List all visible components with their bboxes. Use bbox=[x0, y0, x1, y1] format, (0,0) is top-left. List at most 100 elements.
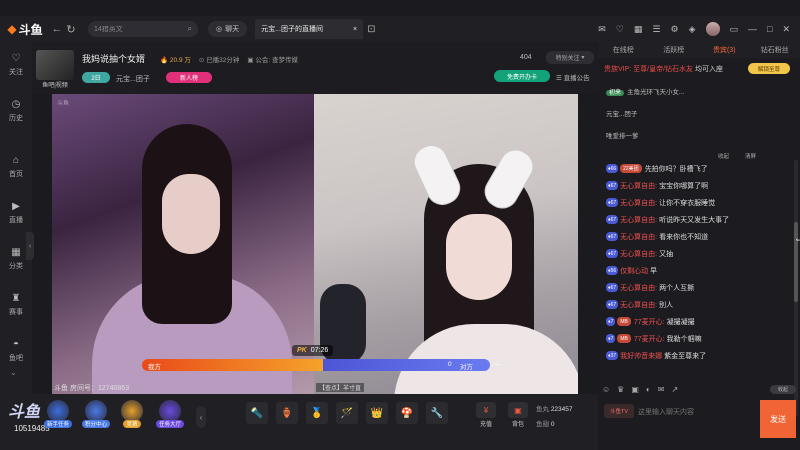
host-name[interactable]: 元宝...团子 bbox=[116, 74, 150, 84]
emoji-icon[interactable]: ☺ bbox=[602, 385, 610, 394]
username[interactable]: 无心算自由: bbox=[620, 215, 657, 225]
fan-badge-icon[interactable]: ♛ bbox=[617, 385, 624, 394]
chat-message[interactable]: ♦ 67 无心算自由: 又抽 bbox=[598, 245, 794, 262]
back-arrow-icon[interactable]: ← bbox=[50, 23, 64, 35]
username[interactable]: 无心算自由: bbox=[620, 198, 657, 208]
tool-button-1[interactable]: 积分中心 bbox=[78, 400, 114, 428]
follow-button[interactable]: 特别关注 ▾ bbox=[546, 51, 594, 64]
scroll-left-arrow-icon[interactable]: ‹ bbox=[196, 406, 206, 428]
unlock-noble-button[interactable]: 解锁至尊 bbox=[748, 63, 790, 74]
action-button-1[interactable]: ▣ 背包 bbox=[506, 402, 530, 428]
close-window-icon[interactable]: ✕ bbox=[782, 24, 790, 35]
gift-item-6[interactable]: 🔧 bbox=[426, 402, 448, 424]
user-avatar[interactable] bbox=[705, 22, 720, 36]
pk-host-tag[interactable]: 【查点】羊寸直 bbox=[316, 383, 365, 392]
username[interactable]: 无心算自由: bbox=[620, 232, 657, 242]
tool-button-2[interactable]: 竞猜 bbox=[114, 400, 150, 428]
avatar-label[interactable]: 鱼吧|视频 bbox=[36, 80, 74, 89]
tab-2[interactable]: 贵宾(3) bbox=[699, 42, 750, 58]
new-rank-badge[interactable]: 新人榜 bbox=[166, 72, 212, 83]
barrage-icon[interactable]: ▣ bbox=[631, 385, 639, 394]
chat-message[interactable]: ♦ 7 MB 77麦开心: 凝撮凝撮 bbox=[598, 313, 794, 330]
chat-input[interactable] bbox=[638, 402, 752, 422]
entrance-item[interactable]: 唯爱排一爹 bbox=[606, 130, 639, 140]
username[interactable]: 无心算自由: bbox=[620, 181, 657, 191]
pk-more-icon[interactable]: — bbox=[494, 361, 501, 368]
color-icon[interactable]: ◐ bbox=[646, 385, 651, 394]
chat-message[interactable]: ♦ 37 我好帅音来娜 紫金至尊来了 bbox=[598, 347, 794, 364]
new-tab-icon[interactable]: ⊡ bbox=[367, 24, 375, 35]
sidebar-item-1[interactable]: ◷ 历史 bbox=[0, 88, 32, 134]
send-button[interactable]: 发送 bbox=[760, 400, 796, 438]
chat-message[interactable]: ♦ 67 无心算自由: 听说昨天又发生大事了 bbox=[598, 211, 794, 228]
share-icon[interactable]: ↗ bbox=[671, 385, 678, 394]
sidebar-item-0[interactable]: ♡ 关注 bbox=[0, 42, 32, 88]
entrance-item[interactable]: 元宝...团子 bbox=[606, 108, 637, 118]
minimize-icon[interactable]: — bbox=[748, 24, 757, 34]
broadcast-icon[interactable]: ☰ bbox=[652, 24, 660, 35]
action-button-0[interactable]: ¥ 充值 bbox=[474, 402, 498, 428]
username[interactable]: 无心算自由: bbox=[620, 300, 657, 310]
sidebar-item-3[interactable]: ▶ 直播 bbox=[0, 190, 32, 236]
search-box[interactable]: ⌕ bbox=[88, 21, 198, 37]
video-player[interactable]: 斗鱼 PK 07:26 我方 0 对方 — 【查点】羊寸直 bbox=[52, 94, 578, 394]
sidebar-item-5[interactable]: ♜ 赛事 bbox=[0, 282, 32, 328]
chat-badge[interactable]: 斗鱼TV bbox=[604, 404, 634, 418]
tab-3[interactable]: 钻石粉丝 bbox=[750, 42, 800, 58]
username[interactable]: 我好帅音来娜 bbox=[620, 351, 662, 361]
username[interactable]: 77麦开心: bbox=[634, 317, 665, 327]
username[interactable]: 77麦开心: bbox=[634, 334, 665, 344]
gift-item-3[interactable]: 🪄 bbox=[336, 402, 358, 424]
skin-icon[interactable]: ◈ bbox=[689, 24, 696, 35]
calendar-icon[interactable]: ▦ bbox=[634, 24, 643, 35]
search-icon[interactable]: ⌕ bbox=[188, 24, 192, 34]
announcement-link[interactable]: ☰ 直播公告 bbox=[556, 72, 590, 82]
sidebar-collapse-handle[interactable]: ‹ bbox=[26, 232, 34, 260]
guild-tag[interactable]: ▣ 公会: 查梦传媒 bbox=[247, 54, 298, 64]
message-icon[interactable]: ✉ bbox=[598, 24, 606, 35]
chat-message[interactable]: ♦ 7 MB 77麦开心: 我勒个帼嘛 bbox=[598, 330, 794, 347]
send-red-packet-icon[interactable]: ✉ bbox=[658, 385, 665, 394]
gift-item-0[interactable]: 🔦 bbox=[246, 402, 268, 424]
refresh-icon[interactable]: ↻ bbox=[64, 23, 78, 36]
tab-0[interactable]: 在线榜 bbox=[598, 42, 649, 58]
gift-item-2[interactable]: 🥇 bbox=[306, 402, 328, 424]
entrance-item[interactable]: 初来 主角光环飞天小女... bbox=[606, 86, 684, 96]
clear-chat-button[interactable]: 清屏 bbox=[745, 152, 756, 160]
chat-message[interactable]: ♦ 67 无心算自由: 让你不穿衣服睡觉 bbox=[598, 194, 794, 211]
mini-mode-icon[interactable]: ▭ bbox=[730, 24, 739, 35]
favorite-icon[interactable]: ♡ bbox=[616, 24, 624, 35]
settings-icon[interactable]: ⚙ bbox=[671, 24, 679, 35]
gift-item-5[interactable]: 🍄 bbox=[396, 402, 418, 424]
chat-message[interactable]: ♦ 67 无心算自由: 两个人互撕 bbox=[598, 279, 794, 296]
chat-message[interactable]: ♦ 56 仅剩心动早 bbox=[598, 262, 794, 279]
tool-icon bbox=[47, 400, 69, 422]
free-card-button[interactable]: 免费开办卡 bbox=[494, 70, 550, 82]
username[interactable]: 无心算自由: bbox=[620, 249, 657, 259]
username[interactable]: 仅剩心动 bbox=[620, 266, 648, 276]
message-text: 听说昨天又发生大事了 bbox=[659, 216, 730, 224]
app-logo[interactable]: ◆ 斗鱼 bbox=[0, 16, 50, 42]
gift-item-4[interactable]: 👑 bbox=[366, 402, 388, 424]
chat-button[interactable]: ◎ 聊天 bbox=[208, 21, 248, 37]
host-avatar[interactable] bbox=[36, 50, 74, 80]
chat-message[interactable]: ♦ 67 无心算自由: 宝宝你哪算了啊 bbox=[598, 177, 794, 194]
search-input[interactable] bbox=[94, 25, 174, 33]
gift-item-1[interactable]: 🏺 bbox=[276, 402, 298, 424]
collapse-button[interactable]: 收起 bbox=[770, 384, 796, 394]
chat-message[interactable]: ♦ 66 22美团 先拍你吗？卧槽飞了 bbox=[598, 160, 794, 177]
tool-button-0[interactable]: 新手任务 bbox=[40, 400, 76, 428]
tool-button-3[interactable]: 任务大厅 bbox=[152, 400, 188, 428]
chat-message[interactable]: ♦ 67 无心算自由: 看来你也不知道 bbox=[598, 228, 794, 245]
collapse-chat-button[interactable]: 收起 bbox=[718, 152, 729, 160]
close-icon[interactable]: × bbox=[353, 26, 357, 33]
chat-message[interactable]: ♦ 67 无心算自由: 别人 bbox=[598, 296, 794, 313]
sidebar-more-icon[interactable]: ⌄ bbox=[10, 368, 17, 377]
top-bar: ◆斗鱼 ← ↻ ⌕ ◎聊天 元宝...团子的直播间 × ⊡ ✉ ♡ ▦ ☰ ⚙ … bbox=[0, 16, 800, 42]
tab-1[interactable]: 活跃榜 bbox=[649, 42, 700, 58]
maximize-icon[interactable]: □ bbox=[767, 24, 772, 34]
username[interactable]: 无心算自由: bbox=[620, 283, 657, 293]
tab-current-room[interactable]: 元宝...团子的直播间 × bbox=[255, 19, 364, 39]
sidebar-item-2[interactable]: ⌂ 首页 bbox=[0, 144, 32, 190]
right-stream bbox=[314, 94, 578, 394]
